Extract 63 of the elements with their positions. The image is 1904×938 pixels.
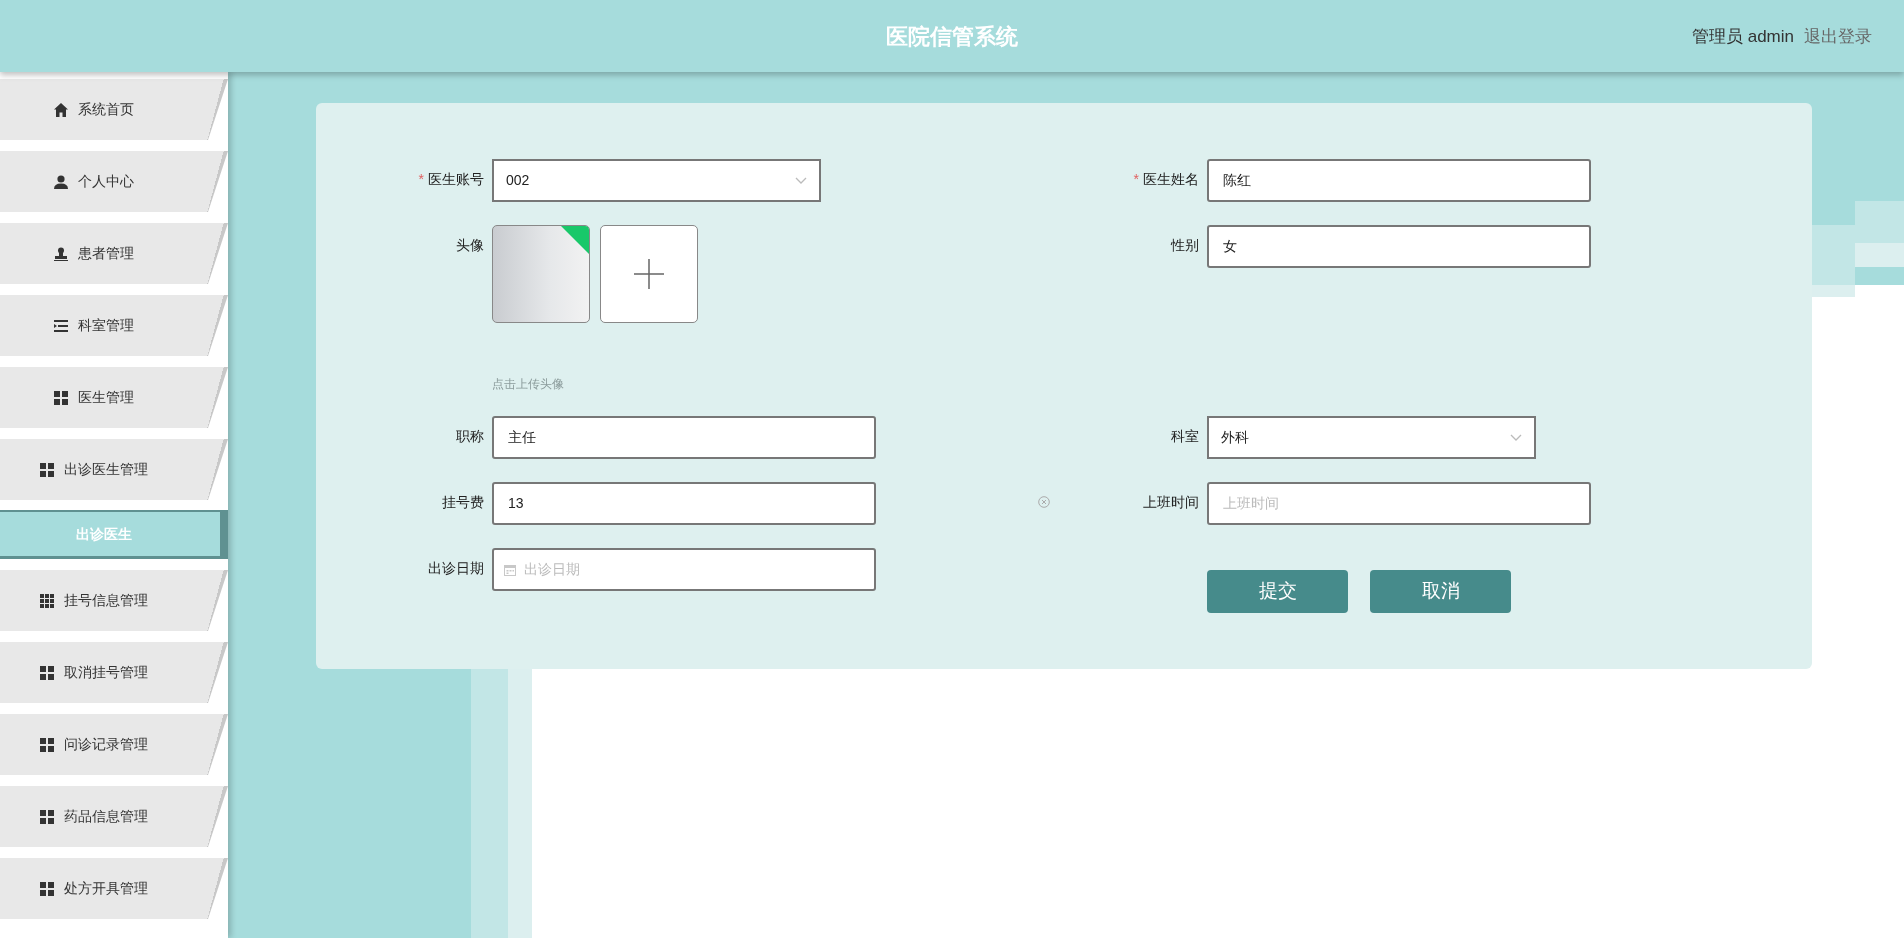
clear-icon [1038,496,1050,508]
chevron-down-icon [1510,434,1522,441]
grid-icon [40,462,54,477]
input-field[interactable]: 女 [1207,225,1591,268]
sidebar-item[interactable]: 取消挂号管理 [0,642,228,703]
item-label: 系统首页 [78,100,134,119]
upload-hint: 点击上传头像 [492,376,565,393]
grid-icon [40,593,54,608]
select-field[interactable]: 002 [492,159,821,202]
chevron-down-icon [795,177,807,184]
field-label: 医生账号 [428,170,484,189]
item-label: 患者管理 [78,244,134,263]
sidebar-item[interactable]: 患者管理 [0,223,228,284]
form-button[interactable]: 提交 [1207,570,1348,613]
item-label: 科室管理 [78,316,134,335]
required-mark: * [1133,170,1139,189]
plus-icon [634,259,664,289]
sidebar-item[interactable]: 科室管理 [0,295,228,356]
item-label: 问诊记录管理 [64,735,148,754]
stamp-icon [54,246,68,261]
list-icon [54,318,68,333]
sidebar-item[interactable]: 问诊记录管理 [0,714,228,775]
grid-icon [40,809,54,824]
grid-icon [54,390,68,405]
app-title: 医院信管系统 [886,22,1018,51]
field-label: 挂号费 [442,493,484,512]
item-label: 取消挂号管理 [64,663,148,682]
field-label: 上班时间 [1143,493,1199,512]
required-mark: * [418,170,424,189]
upload-button[interactable] [600,225,698,323]
grid-icon [40,665,54,680]
sidebar-item[interactable]: 处方开具管理 [0,858,228,919]
grid-icon [40,881,54,896]
input-field[interactable]: 13 [492,482,876,525]
field-label: 头像 [456,236,484,255]
calendar-icon [504,563,516,576]
item-label: 医生管理 [78,388,134,407]
sidebar-item[interactable]: 药品信息管理 [0,786,228,847]
input-field[interactable]: 主任 [492,416,876,459]
item-label: 个人中心 [78,172,134,191]
select-field[interactable]: 外科 [1207,416,1536,459]
field-label: 职称 [456,427,484,446]
input-field[interactable]: 陈红 [1207,159,1591,202]
grid-icon [40,737,54,752]
item-label: 药品信息管理 [64,807,148,826]
logout-link[interactable]: 退出登录 [1804,24,1872,50]
item-label: 挂号信息管理 [64,591,148,610]
corner-tag [560,226,589,255]
sidebar-item[interactable]: 个人中心 [0,151,228,212]
field-label: 性别 [1171,236,1199,255]
field-label: 科室 [1171,427,1199,446]
field-label: 出诊日期 [428,559,484,578]
user-label: 管理员 admin [1691,26,1794,48]
sidebar-item[interactable]: 出诊医生管理 [0,439,228,500]
sidebar-item[interactable]: 挂号信息管理 [0,570,228,631]
form-button[interactable]: 取消 [1370,570,1511,613]
user-icon [54,174,68,189]
sidebar-item[interactable]: 医生管理 [0,367,228,428]
sidebar-item[interactable]: 系统首页 [0,79,228,140]
item-label: 出诊医生管理 [64,460,148,479]
home-icon [54,102,68,117]
field-label: 医生姓名 [1143,170,1199,189]
item-label: 处方开具管理 [64,879,148,898]
